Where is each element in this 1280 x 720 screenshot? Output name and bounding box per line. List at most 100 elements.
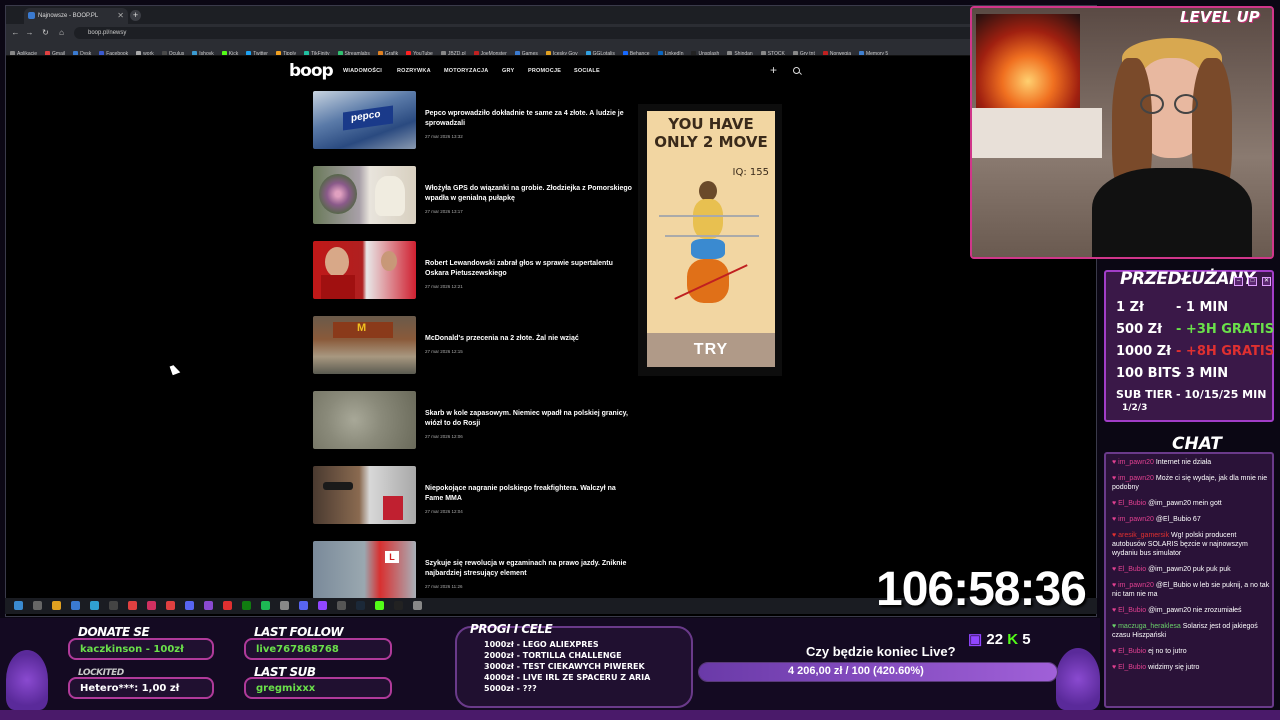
bookmark-label: Streamlabs	[344, 51, 370, 56]
home-icon[interactable]: ⌂	[56, 27, 67, 38]
bookmark-item[interactable]: Norwegia	[822, 47, 851, 55]
bookmark-item[interactable]: JoeMonster	[473, 47, 507, 55]
bookmark-item[interactable]: Games	[514, 47, 538, 55]
chat-message: ♥ El_Bubio widzimy się jutro	[1112, 663, 1272, 672]
bookmark-item[interactable]: YouTube	[406, 47, 433, 55]
close-tab-icon[interactable]: ✕	[117, 8, 124, 24]
bookmark-item[interactable]: STOCK	[760, 47, 785, 55]
nav-motoryzacja[interactable]: MOTORYZACJA	[444, 68, 488, 74]
search-icon[interactable]	[793, 67, 800, 74]
article-thumbnail[interactable]	[313, 241, 416, 299]
bookmark-item[interactable]: TikFinity	[304, 47, 330, 56]
goals-title: PROGI I CELE	[470, 622, 553, 636]
nav-rozrywka[interactable]: ROZRYWKA	[397, 68, 431, 74]
taskbar-app-icon[interactable]	[394, 601, 403, 610]
forward-icon[interactable]: →	[24, 27, 35, 38]
bookmark-item[interactable]: Behance	[622, 47, 650, 55]
taskbar-app-icon[interactable]	[166, 601, 175, 610]
taskbar-app-icon[interactable]	[299, 601, 308, 610]
taskbar-app-icon[interactable]	[109, 601, 118, 610]
new-tab-button[interactable]: +	[130, 10, 141, 21]
taskbar-app-icon[interactable]	[147, 601, 156, 610]
taskbar-app-icon[interactable]	[33, 601, 42, 610]
bookmark-item[interactable]: Dysk	[73, 47, 91, 55]
taskbar-app-icon[interactable]	[375, 601, 384, 610]
article-thumbnail[interactable]: L	[313, 541, 416, 599]
back-icon[interactable]: ←	[10, 27, 21, 38]
taskbar-app-icon[interactable]	[204, 601, 213, 610]
ad-creative[interactable]: YOU HAVE ONLY 2 MOVE IQ: 155 TRY	[647, 111, 775, 367]
taskbar-app-icon[interactable]	[223, 601, 232, 610]
article-thumbnail[interactable]: pepco	[313, 91, 416, 149]
bookmark-item[interactable]: Grafik	[377, 47, 398, 55]
article-item[interactable]: Robert Lewandowski zabrał głos w sprawie…	[313, 241, 633, 301]
taskbar-app-icon[interactable]	[413, 601, 422, 610]
bookmark-item[interactable]: GGLotalis	[585, 47, 615, 55]
bookmark-item[interactable]: JBZD.pl	[440, 47, 466, 55]
article-title[interactable]: Włożyła GPS do wiązanki na grobie. Złodz…	[425, 184, 633, 203]
bookmark-label: Twitter	[253, 51, 268, 56]
minimize-icon: –	[1234, 277, 1243, 286]
ad-try-button[interactable]: TRY	[647, 333, 775, 367]
reload-icon[interactable]: ↻	[40, 27, 51, 38]
taskbar-app-icon[interactable]	[185, 601, 194, 610]
article-title[interactable]: Skarb w kole zapasowym. Niemiec wpadł na…	[425, 409, 633, 428]
article-title[interactable]: Pepco wprowadziło dokładnie te same za 4…	[425, 109, 633, 128]
taskbar-app-icon[interactable]	[52, 601, 61, 610]
bookmark-item[interactable]: Gry tnt	[792, 47, 815, 55]
taskbar-app-icon[interactable]	[242, 601, 251, 610]
taskbar-app-icon[interactable]	[14, 601, 23, 610]
article-item[interactable]: Niepokojące nagranie polskiego freakfigh…	[313, 466, 633, 526]
bookmark-label: Tipply	[282, 51, 297, 56]
bookmark-item[interactable]: Gmail	[45, 47, 65, 55]
bookmark-item[interactable]: work	[136, 47, 154, 55]
article-thumbnail[interactable]: M	[313, 316, 416, 374]
nav-promocje[interactable]: PROMOCJE	[528, 68, 561, 74]
nav-gry[interactable]: GRY	[502, 68, 514, 74]
article-title[interactable]: Robert Lewandowski zabrał głos w sprawie…	[425, 259, 633, 278]
taskbar-app-icon[interactable]	[128, 601, 137, 610]
url-input[interactable]: boop.pl/newsy	[74, 27, 1090, 39]
article-thumbnail[interactable]	[313, 466, 416, 524]
taskbar-app-icon[interactable]	[90, 601, 99, 610]
article-thumbnail[interactable]	[313, 166, 416, 224]
article-thumbnail[interactable]	[313, 391, 416, 449]
taskbar-app-icon[interactable]	[356, 601, 365, 610]
bookmark-item[interactable]: Streamlabs	[337, 47, 370, 56]
nav-sociale[interactable]: SOCIALE	[574, 68, 600, 74]
taskbar-app-icon[interactable]	[280, 601, 289, 610]
bookmark-label: Shindan	[734, 51, 753, 56]
taskbar-app-icon[interactable]	[71, 601, 80, 610]
bookmark-item[interactable]: Kick	[221, 47, 238, 55]
bookmark-item[interactable]: LinkedIn	[657, 47, 683, 55]
bookmark-item[interactable]: Tipply	[275, 47, 297, 56]
bookmark-item[interactable]: Twitter	[246, 47, 268, 56]
article-title[interactable]: Niepokojące nagranie polskiego freakfigh…	[425, 484, 633, 503]
tab-boop[interactable]: Najnowsze - BOOP.PL ✕	[24, 8, 128, 24]
chat-message: ♥ El_Bubio @im_pawn20 nie zrozumiałeś	[1112, 606, 1272, 615]
ad-banner[interactable]: YOU HAVE ONLY 2 MOVE IQ: 155 TRY	[638, 104, 782, 376]
taskbar-app-icon[interactable]	[337, 601, 346, 610]
bookmark-item[interactable]: Icesky Gov	[545, 47, 578, 55]
article-item[interactable]: Włożyła GPS do wiązanki na grobie. Złodz…	[313, 166, 633, 226]
plus-icon[interactable]: +	[770, 63, 777, 77]
taskbar-app-icon[interactable]	[318, 601, 327, 610]
article-item[interactable]: pepco Pepco wprowadziło dokładnie te sam…	[313, 91, 633, 151]
address-bar: ← → ↻ ⌂ boop.pl/newsy	[6, 24, 1096, 42]
article-title[interactable]: Szykuje się rewolucja w egzaminach na pr…	[425, 559, 633, 578]
bookmark-item[interactable]: Shindan	[727, 47, 753, 56]
article-item[interactable]: L Szykuje się rewolucja w egzaminach na …	[313, 541, 633, 601]
bookmark-item[interactable]: Unsplash	[691, 47, 719, 55]
bookmark-item[interactable]: Facebook	[99, 47, 128, 55]
boop-logo[interactable]: boop	[289, 61, 334, 81]
bookmark-item[interactable]: Aplikacje	[10, 47, 37, 55]
bookmark-item[interactable]: Memory 5	[858, 47, 888, 55]
bookmark-item[interactable]: Ishovk	[192, 47, 214, 55]
taskbar-app-icon[interactable]	[261, 601, 270, 610]
article-title[interactable]: McDonald's przecenia na 2 złote. Żal nie…	[425, 334, 633, 344]
nav-wiadomosci[interactable]: WIADOMOŚCI	[343, 68, 382, 74]
bookmark-item[interactable]: Oculus	[161, 47, 184, 55]
article-item[interactable]: M McDonald's przecenia na 2 złote. Żal n…	[313, 316, 633, 376]
article-item[interactable]: Skarb w kole zapasowym. Niemiec wpadł na…	[313, 391, 633, 451]
bookmark-label: TikFinity	[311, 51, 330, 56]
